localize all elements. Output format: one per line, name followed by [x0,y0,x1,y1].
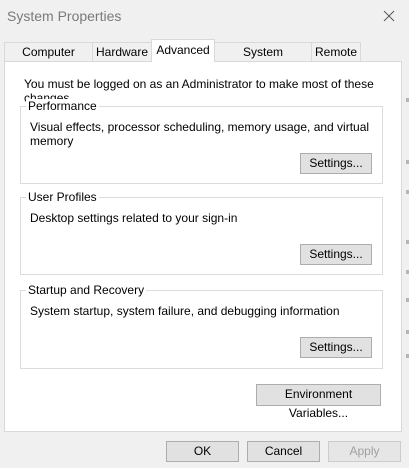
close-button[interactable] [376,5,402,27]
performance-description: Visual effects, processor scheduling, me… [30,120,370,148]
startup-recovery-group-label: Startup and Recovery [26,283,147,297]
performance-group-label: Performance [26,99,99,113]
ok-button[interactable]: OK [166,441,239,462]
tab-computer-name[interactable]: Computer Name [4,42,93,77]
startup-recovery-settings-button[interactable]: Settings... [300,337,372,358]
cancel-button[interactable]: Cancel [247,441,320,462]
startup-recovery-group: Startup and Recovery System startup, sys… [20,283,383,369]
advanced-tab-panel: You must be logged on as an Administrato… [4,61,402,432]
environment-variables-button[interactable]: Environment Variables... [256,384,381,420]
user-profiles-group-label: User Profiles [26,190,99,204]
system-properties-window: System Properties Computer Name Hardware… [0,0,409,468]
performance-group: Performance Visual effects, processor sc… [20,99,383,184]
user-profiles-settings-button[interactable]: Settings... [300,244,372,265]
performance-settings-button[interactable]: Settings... [300,153,372,174]
tab-remote[interactable]: Remote [311,42,361,61]
tab-hardware[interactable]: Hardware [92,42,152,61]
user-profiles-description: Desktop settings related to your sign-in [30,211,238,225]
tab-advanced[interactable]: Advanced [151,39,215,62]
apply-button[interactable]: Apply [328,441,401,462]
user-profiles-group: User Profiles Desktop settings related t… [20,190,383,275]
startup-recovery-description: System startup, system failure, and debu… [30,304,340,318]
tab-system-protection[interactable]: System Protection [214,42,312,77]
window-title: System Properties [7,8,122,24]
close-icon [383,10,395,22]
